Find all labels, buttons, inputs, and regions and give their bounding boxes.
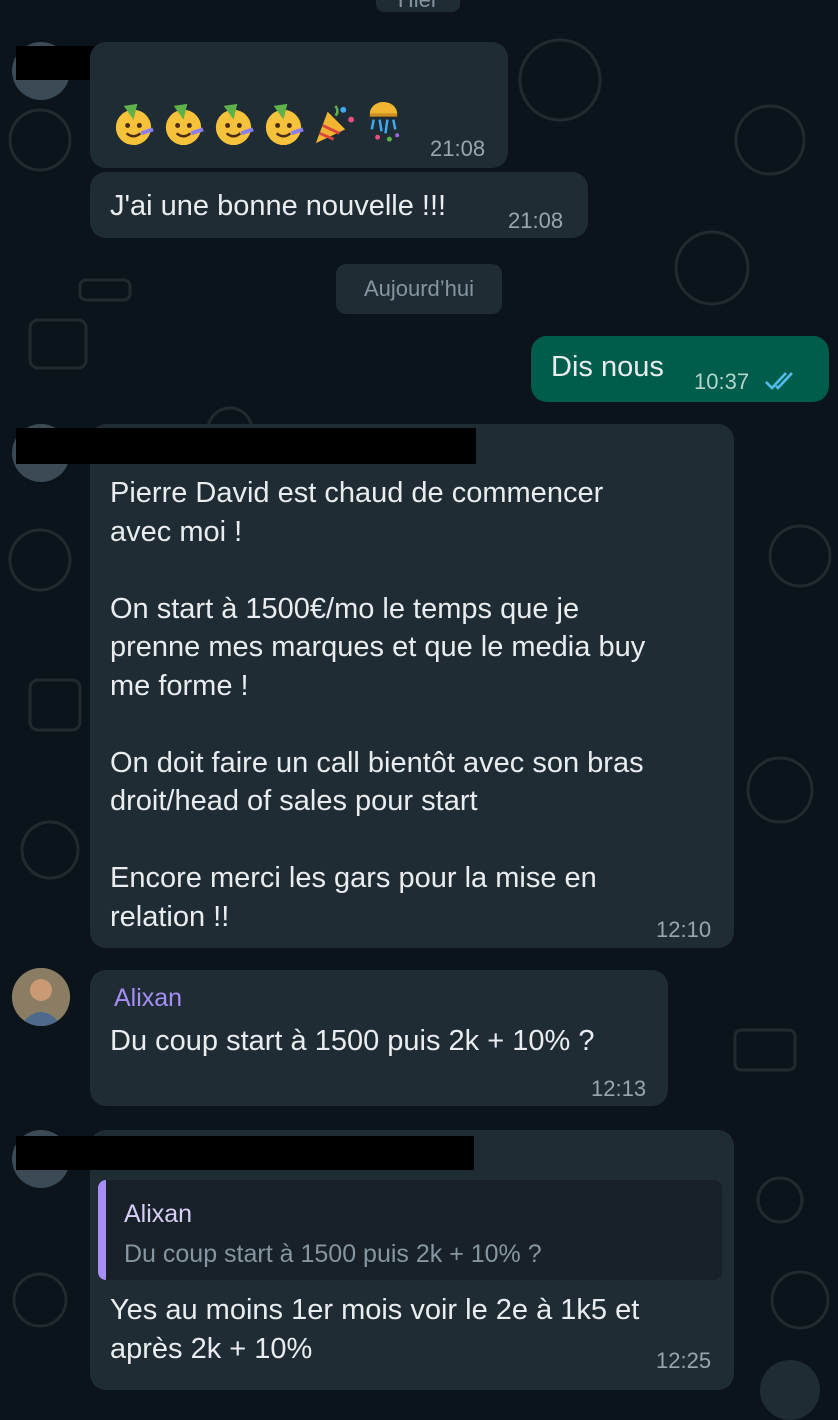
emoji-row [110, 100, 407, 147]
partying-face-emoji-icon [215, 103, 254, 146]
date-chip-today: Aujourd’hui [336, 264, 502, 314]
date-chip-yesterday: Hier [376, 0, 460, 12]
avatar-alixan[interactable] [12, 968, 70, 1026]
message-text: Dis nous [551, 351, 664, 383]
message-time: 12:10 [656, 917, 712, 942]
double-check-read-icon [765, 372, 793, 390]
party-popper-emoji-icon [315, 105, 355, 144]
scroll-down-button[interactable] [760, 1360, 820, 1420]
message-line: relation !! [110, 900, 230, 933]
message-time: 12:25 [656, 1348, 712, 1373]
message-line: droit/head of sales pour start [110, 785, 478, 817]
partying-face-emoji-icon [265, 103, 304, 146]
message-line: me forme ! [110, 669, 249, 702]
message-line: avec moi ! [110, 515, 243, 548]
message-time: 21:08 [430, 136, 486, 161]
partying-face-emoji-icon [115, 103, 154, 146]
message-time: 10:37 [694, 369, 750, 394]
message-text: Du coup start à 1500 puis 2k + 10% ? [110, 1025, 595, 1057]
message-time: 21:08 [508, 208, 564, 233]
sender-name[interactable]: Alixan [114, 984, 182, 1013]
message-line: prenne mes marques et que le media buy [110, 631, 646, 663]
redacted-sender-name [16, 428, 476, 464]
message-line: Pierre David est chaud de commencer [110, 477, 604, 509]
redacted-sender-name [16, 1136, 474, 1170]
confetti-ball-emoji-icon [369, 101, 400, 142]
message-time: 12:13 [591, 1076, 647, 1101]
quoted-sender-name: Alixan [124, 1200, 193, 1228]
quote-accent-bar [98, 1180, 106, 1280]
message-line: après 2k + 10% [110, 1332, 313, 1365]
quoted-text: Du coup start à 1500 puis 2k + 10% ? [124, 1240, 542, 1268]
message-text: J'ai une bonne nouvelle !!! [110, 190, 447, 222]
quoted-message[interactable]: Alixan Du coup start à 1500 puis 2k + 10… [98, 1180, 722, 1280]
message-line: On doit faire un call bientôt avec son b… [110, 746, 644, 779]
message-line: On start à 1500€/mo le temps que je [110, 592, 580, 625]
message-line: Yes au moins 1er mois voir le 2e à 1k5 e… [110, 1294, 640, 1326]
partying-face-emoji-icon [165, 103, 204, 146]
message-line: Encore merci les gars pour la mise en [110, 862, 597, 894]
person-avatar-icon [12, 968, 70, 1026]
